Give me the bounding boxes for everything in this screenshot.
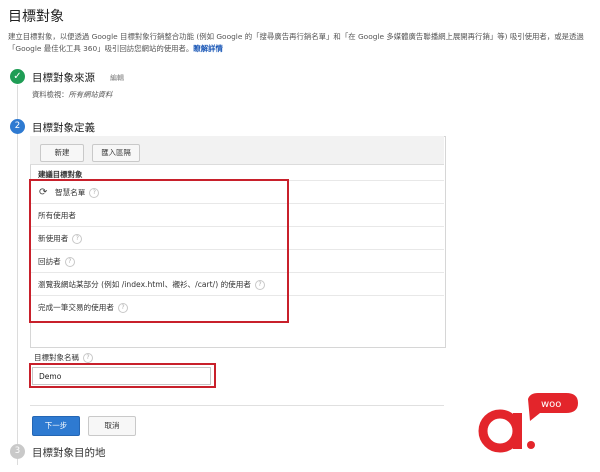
step2-title: 目標對象定義 xyxy=(32,122,95,134)
step1-view-summary: 資料檢視：所有網站資料 xyxy=(32,90,112,100)
view-value: 所有網站資料 xyxy=(68,90,113,99)
step1-title: 目標對象來源 xyxy=(32,72,95,84)
step3-title: 目標對象目的地 xyxy=(32,447,106,459)
step3-number-badge: 3 xyxy=(10,444,25,459)
description-text: 建立目標對象，以便透過 Google 目標對象行銷整合功能 (例如 Google… xyxy=(8,32,584,53)
step-complete-check-icon: ✓ xyxy=(10,69,25,84)
audience-name-label-text: 目標對象名稱 xyxy=(34,353,79,362)
divider xyxy=(30,405,444,406)
edit-source-link[interactable]: 編輯 xyxy=(110,73,124,83)
step-rail xyxy=(17,85,18,465)
audience-name-label: 目標對象名稱? xyxy=(34,352,93,363)
page-description: 建立目標對象，以便透過 Google 目標對象行銷整合功能 (例如 Google… xyxy=(8,31,593,55)
import-segment-button[interactable]: 匯入區隔 xyxy=(92,144,140,162)
cancel-button[interactable]: 取消 xyxy=(88,416,136,436)
view-label: 資料檢視： xyxy=(32,90,69,99)
step2-number-badge: 2 xyxy=(10,119,25,134)
new-audience-button[interactable]: 新建 xyxy=(40,144,84,162)
awoo-logo: woo xyxy=(478,393,578,453)
page-title: 目標對象 xyxy=(8,9,64,25)
audience-name-highlight xyxy=(29,363,216,388)
watermark-text: woo xyxy=(541,399,561,410)
help-icon[interactable]: ? xyxy=(83,353,93,363)
next-step-button[interactable]: 下一步 xyxy=(32,416,80,436)
learn-more-link[interactable]: 瞭解詳情 xyxy=(193,44,223,53)
audience-list-highlight xyxy=(29,179,289,323)
